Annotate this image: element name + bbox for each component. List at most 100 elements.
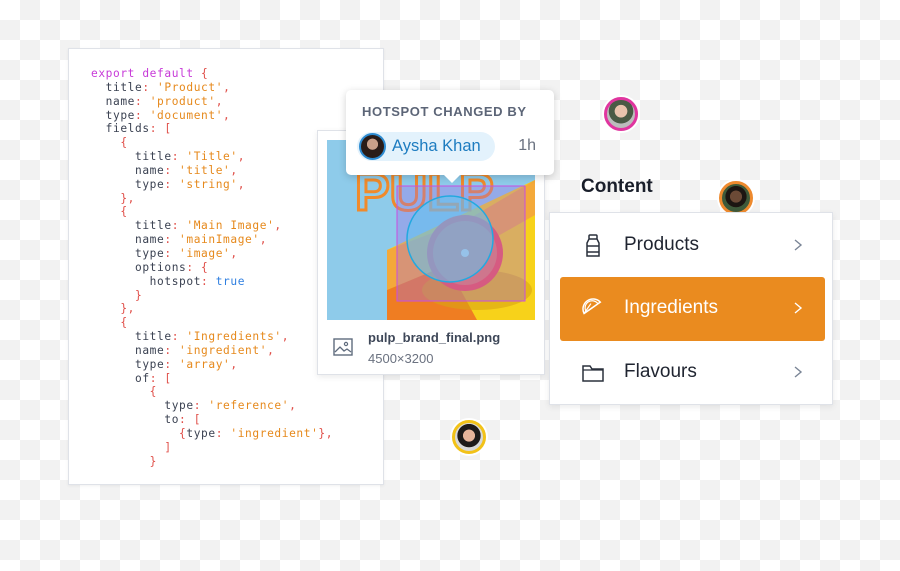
- code-token: ,: [237, 150, 246, 164]
- code-token: title: [91, 80, 143, 94]
- code-token: ,: [274, 219, 282, 233]
- code-line: to: [: [91, 413, 333, 427]
- code-token: ,: [281, 330, 290, 344]
- code-token: :: [164, 357, 180, 371]
- code-line: {: [91, 316, 333, 330]
- code-token: export default: [91, 67, 202, 80]
- code-token: ]: [91, 440, 172, 454]
- code-line: }: [91, 455, 333, 469]
- code-token: ,: [230, 357, 238, 371]
- code-token: :: [164, 343, 180, 357]
- tooltip-title: HOTSPOT CHANGED BY: [362, 104, 527, 119]
- code-token: :: [164, 177, 180, 191]
- code-token: 'ingredient': [179, 343, 268, 357]
- code-token: 'array': [179, 357, 231, 371]
- code-token: ,: [289, 399, 297, 413]
- code-token: type: [91, 246, 165, 260]
- menu-item-label: Flavours: [624, 361, 697, 382]
- code-line: },: [91, 192, 333, 206]
- bottle-icon: [586, 234, 600, 257]
- code-token: type: [91, 108, 136, 122]
- code-token: 'Product': [157, 80, 224, 94]
- menu-item-products[interactable]: Products: [560, 214, 825, 278]
- menu-item-ingredients[interactable]: Ingredients: [560, 277, 825, 341]
- code-token: :: [193, 399, 209, 413]
- code-token: }: [91, 288, 143, 302]
- code-token: {: [91, 316, 128, 330]
- content-heading: Content: [581, 176, 653, 197]
- code-token: {: [91, 385, 158, 399]
- code-token: title: [91, 219, 172, 233]
- code-token: {: [91, 205, 128, 219]
- image-icon: [333, 338, 353, 356]
- code-token: {: [91, 136, 128, 150]
- code-token: :: [171, 330, 187, 344]
- code-token: :: [164, 233, 180, 247]
- chevron-right-icon: [794, 366, 803, 378]
- code-token: 'Title': [186, 150, 238, 164]
- user-avatar: [359, 133, 386, 160]
- menu-item-label: Ingredients: [624, 297, 719, 318]
- code-line: {: [91, 136, 333, 150]
- code-token: type: [186, 426, 216, 440]
- code-line: name: 'mainImage',: [91, 233, 333, 247]
- code-token: to: [91, 413, 180, 427]
- code-line: }: [91, 289, 333, 303]
- presence-avatar[interactable]: [604, 97, 638, 131]
- code-token: name: [91, 94, 136, 108]
- code-line: ]: [91, 441, 333, 455]
- schema-code: export default { title: 'Product', name:…: [91, 67, 333, 468]
- code-token: :: [142, 80, 158, 94]
- hotspot-circle[interactable]: [406, 195, 494, 283]
- code-token: ,: [267, 343, 275, 357]
- code-line: name: 'ingredient',: [91, 344, 333, 358]
- code-token: type: [91, 399, 194, 413]
- code-token: title: [91, 330, 172, 344]
- code-token: fields: [91, 122, 150, 136]
- presence-avatar[interactable]: [719, 181, 753, 215]
- code-line: title: 'Ingredients',: [91, 330, 333, 344]
- code-token: },: [91, 191, 136, 205]
- code-token: ,: [215, 94, 224, 108]
- code-token: options: [91, 260, 187, 274]
- code-line: of: [: [91, 372, 333, 386]
- code-token: ,: [259, 233, 268, 247]
- code-token: type: [91, 357, 165, 371]
- code-token: :: [164, 246, 180, 260]
- code-token: 'document': [149, 108, 224, 122]
- code-token: 'image': [179, 246, 231, 260]
- code-token: },: [91, 302, 136, 316]
- code-token: {: [91, 426, 187, 440]
- code-token: :: [171, 219, 187, 233]
- citrus-slice-icon: [582, 298, 602, 315]
- menu-item-flavours[interactable]: Flavours: [560, 341, 825, 405]
- code-line: type: 'document',: [91, 109, 333, 123]
- code-token: :: [135, 94, 150, 108]
- code-token: : [: [149, 371, 172, 385]
- code-token: {: [201, 67, 209, 80]
- change-time: 1h: [518, 137, 536, 154]
- user-chip[interactable]: Aysha Khan: [357, 132, 495, 161]
- code-token: :: [171, 150, 187, 164]
- code-line: type: 'string',: [91, 178, 333, 192]
- folder-icon: [582, 365, 604, 382]
- code-token: 'string': [179, 177, 238, 191]
- code-token: ,: [230, 246, 238, 260]
- code-line: fields: [: [91, 122, 333, 136]
- code-token: ,: [237, 177, 246, 191]
- code-token: },: [318, 426, 334, 440]
- image-meta: pulp_brand_final.png 4500×3200: [318, 323, 544, 373]
- code-line: title: 'Main Image',: [91, 219, 333, 233]
- code-line: title: 'Product',: [91, 81, 333, 95]
- code-line: type: 'array',: [91, 358, 333, 372]
- code-token: 'reference': [208, 399, 290, 413]
- code-token: name: [91, 163, 165, 177]
- code-line: type: 'reference',: [91, 399, 333, 413]
- code-token: }: [91, 454, 158, 468]
- code-line: {type: 'ingredient'},: [91, 427, 333, 441]
- code-token: name: [91, 343, 165, 357]
- code-line: type: 'image',: [91, 247, 333, 261]
- code-token: 'ingredient': [230, 426, 319, 440]
- code-token: : [: [179, 413, 202, 427]
- presence-avatar[interactable]: [452, 420, 486, 454]
